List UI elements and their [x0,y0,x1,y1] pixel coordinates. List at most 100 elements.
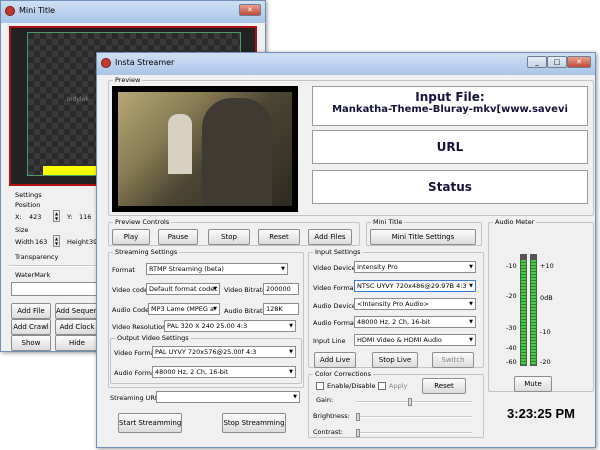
video-figure [168,114,192,174]
color-reset-button[interactable]: Reset [422,378,466,394]
meter-tick-right: -10 [540,328,551,336]
close-icon[interactable]: ✕ [239,4,261,16]
audio-device-select[interactable]: <Intensity Pro Audio> [354,298,476,310]
gain-slider[interactable] [356,398,472,406]
meter-fill-left [521,260,526,365]
video-figure [202,98,272,206]
transparency-label: Transparency [15,253,59,261]
streaming-url-input[interactable] [156,391,300,403]
mini-title-group-label: Mini Title [371,218,405,226]
input-line-label: Input Line [313,337,346,345]
add-file-button[interactable]: Add File [11,303,51,319]
contrast-slider[interactable] [356,429,472,437]
video-codec-select[interactable]: Default format codec [146,283,220,295]
input-audio-format-select[interactable]: 48000 Hz, 2 Ch, 16-bit [354,316,476,328]
play-button[interactable]: Play [112,229,150,245]
add-live-button[interactable]: Add Live [314,352,356,368]
output-audio-format-select[interactable]: 48000 Hz, 2 Ch, 16-bit [152,366,296,378]
meter-tick-left: -60 [506,358,517,366]
input-video-format-select[interactable]: NTSC UYVY 720x486@29.97B 4:3 [354,280,476,292]
x-spinner[interactable]: ▲ ▼ [53,210,60,222]
transparency-slider[interactable] [9,265,99,267]
input-audio-format-label: Audio Format [313,319,357,327]
watermark-label: WaterMark [15,271,51,279]
close-icon[interactable]: ✕ [567,56,591,68]
add-files-button[interactable]: Add Files [308,229,352,245]
brightness-label: Brightness: [313,412,350,420]
meter-fill-right [531,260,536,365]
format-label: Format [112,266,135,274]
switch-button[interactable]: Switch [432,352,474,368]
mute-button[interactable]: Mute [514,376,552,392]
reset-button[interactable]: Reset [258,229,300,245]
y-value-field[interactable]: 116 [79,213,91,221]
enable-disable-checkbox[interactable] [316,382,324,390]
hide-button[interactable]: Hide [55,335,99,351]
meter-bar-right [530,254,537,366]
maximize-icon[interactable]: □ [547,56,567,68]
show-button[interactable]: Show [11,335,51,351]
apply-label: Apply [389,382,408,390]
minimize-icon[interactable]: _ [527,56,547,68]
input-line-select[interactable]: HDMI Video & HDMI Audio [354,334,476,346]
video-bitrate-input[interactable]: 200000 [263,283,299,295]
x-value-field[interactable]: 423 [29,213,41,221]
watermark-input[interactable] [11,282,97,296]
gain-slider-thumb[interactable] [408,398,412,406]
pause-button[interactable]: Pause [158,229,198,245]
app-icon [5,6,15,16]
input-file-label: Input File: [415,90,485,104]
input-settings-label: Input Settings [313,248,363,256]
enable-disable-label: Enable/Disable [327,382,376,390]
width-spinner[interactable]: ▲ ▼ [53,235,60,247]
stop-live-button[interactable]: Stop Live [372,352,418,368]
color-corrections-label: Color Corrections [313,370,374,378]
input-video-format-label: Video Format [313,284,357,292]
status-label: Status [428,180,472,194]
streaming-settings-label: Streaming Settings [113,248,180,256]
audio-meter-label: Audio Meter [493,218,537,226]
height-label: Height [67,238,89,246]
input-file-name: Mankatha-Theme-Bluray-mkv[www.savevi [332,104,568,115]
contrast-label: Contrast: [313,428,343,436]
add-crawl-button[interactable]: Add Crawl [11,319,51,335]
video-resolutions-select[interactable]: PAL 320 X 240 25.00 4:3 [164,320,296,332]
stop-button[interactable]: Stop [208,229,250,245]
meter-tick-left: -30 [506,324,517,332]
meter-tick-right: 0dB [540,294,553,302]
video-device-select[interactable]: Intensity Pro [354,261,476,273]
video-preview [112,86,298,212]
format-select[interactable]: RTMP Streaming (beta) [146,263,288,275]
add-sequence-button[interactable]: Add Sequence [55,303,99,319]
input-file-panel: Input File: Mankatha-Theme-Bluray-mkv[ww… [312,86,588,126]
clock-display: 3:23:25 PM [507,406,575,421]
add-clock-button[interactable]: Add Clock [55,319,99,335]
brightness-slider-thumb[interactable] [356,413,360,421]
meter-tick-right: -20 [540,358,551,366]
width-value-field[interactable]: 163 [35,238,47,246]
app-icon [101,58,111,68]
apply-checkbox[interactable] [378,382,386,390]
audio-codec-select[interactable]: MP3 Lame (MPEG a [148,303,220,315]
streaming-url-label: Streaming URL: [110,394,161,402]
x-label: X: [15,213,22,221]
status-panel: Status [312,170,588,204]
insta-streamer-titlebar[interactable]: Insta Streamer _ □ ✕ [97,53,595,75]
video-bitrate-label: Video Bitrate [224,286,267,294]
output-video-format-select[interactable]: PAL UYVY 720x576@25.00f 4:3 [152,346,296,358]
audio-bitrate-input[interactable]: 128K [263,303,299,315]
meter-tick-left: -40 [506,344,517,352]
audio-device-label: Audio Device [313,302,356,310]
brightness-slider[interactable] [356,413,472,421]
meter-tick-left: -20 [506,292,517,300]
meter-tick-right: +10 [540,262,554,270]
mini-title-titlebar[interactable]: Mini Title ✕ [1,1,265,23]
mini-title-settings-button[interactable]: Mini Title Settings [370,229,476,245]
contrast-slider-thumb[interactable] [356,429,360,437]
size-label: Size [15,226,29,234]
url-label: URL [436,140,464,154]
position-label: Position [15,201,41,209]
start-streaming-button[interactable]: Start Streamming [118,413,182,433]
mini-title-window-title: Mini Title [19,6,56,15]
stop-streaming-button[interactable]: Stop Streamming [222,413,286,433]
